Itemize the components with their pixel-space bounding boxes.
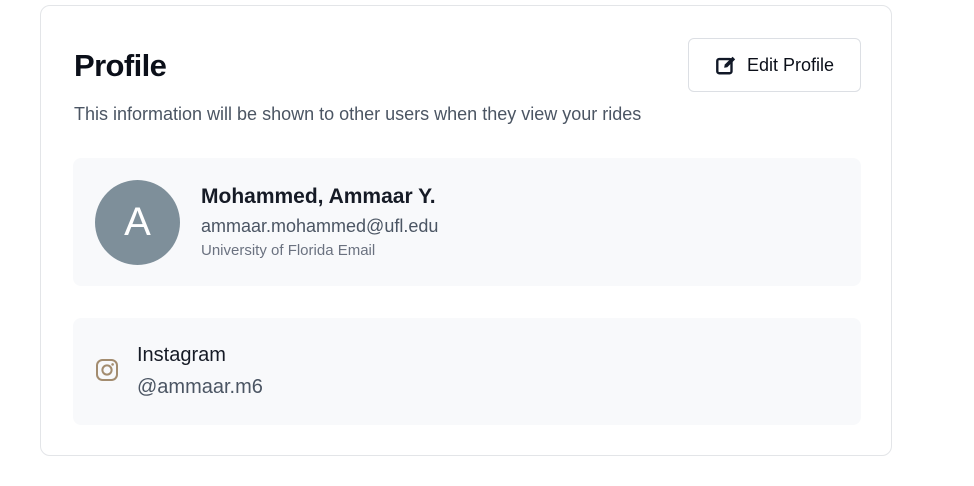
user-email: ammaar.mohammed@ufl.edu (201, 216, 439, 236)
edit-profile-label: Edit Profile (746, 54, 835, 75)
page-title: Profile (74, 48, 167, 83)
instagram-icon (95, 358, 119, 382)
user-info-panel: A Mohammed, Ammaar Y. ammaar.mohammed@uf… (73, 158, 861, 286)
social-panel: Instagram @ammaar.m6 (73, 318, 861, 425)
edit-icon (715, 54, 737, 76)
social-handle: @ammaar.m6 (137, 376, 263, 398)
profile-card: Profile Edit Profile This information wi… (40, 5, 892, 456)
user-email-caption: University of Florida Email (201, 242, 376, 259)
user-name: Mohammed, Ammaar Y. (201, 185, 436, 208)
avatar: A (95, 180, 180, 265)
profile-subtitle: This information will be shown to other … (74, 104, 642, 124)
social-platform-name: Instagram (137, 344, 226, 366)
edit-profile-button[interactable]: Edit Profile (688, 38, 861, 92)
